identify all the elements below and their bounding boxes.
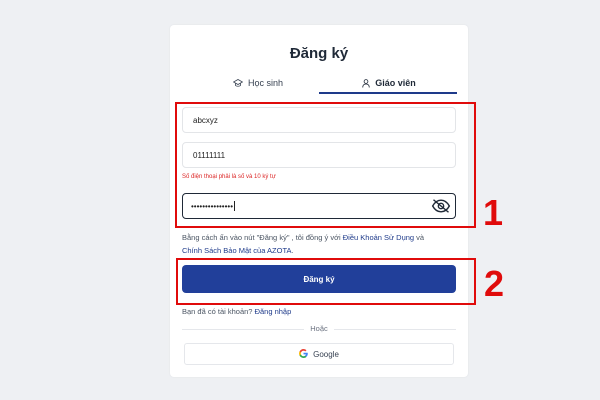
divider-or-text: Hoặc <box>310 324 328 333</box>
privacy-policy-link[interactable]: Chính Sách Bảo Mật của AZOTA <box>182 246 292 255</box>
highlight-box-register-button <box>176 258 476 305</box>
login-link[interactable]: Đăng nhập <box>255 307 292 316</box>
user-icon <box>362 78 370 88</box>
google-button-label: Google <box>313 349 339 359</box>
google-icon <box>299 348 308 360</box>
tab-teacher[interactable]: Giáo viên <box>320 73 458 93</box>
highlight-box-form-fields <box>175 102 476 228</box>
terms-suffix: . <box>291 246 294 255</box>
terms-prefix: Bằng cách ấn vào nút "Đăng ký" , tôi đồn… <box>182 233 343 242</box>
active-tab-indicator <box>319 92 457 94</box>
terms-of-use-link[interactable]: Điều Khoản Sử Dụng <box>343 233 414 242</box>
login-prompt: Bạn đã có tài khoản? Đăng nhập <box>182 307 291 316</box>
tab-student-label: Học sinh <box>247 78 283 88</box>
step-marker-2: 2 <box>484 263 505 304</box>
step-marker-1: 1 <box>483 192 504 233</box>
graduation-cap-icon <box>232 78 243 88</box>
terms-text: Bằng cách ấn vào nút "Đăng ký" , tôi đồn… <box>182 231 462 257</box>
tab-teacher-label: Giáo viên <box>375 78 416 88</box>
page-title: Đăng ký <box>289 45 349 62</box>
tab-student[interactable]: Học sinh <box>188 73 328 93</box>
divider-line-right <box>334 329 456 330</box>
divider-line-left <box>182 329 304 330</box>
google-signin-button[interactable]: Google <box>184 343 454 365</box>
terms-middle: và <box>414 233 425 242</box>
login-prefix: Bạn đã có tài khoản? <box>182 307 255 316</box>
